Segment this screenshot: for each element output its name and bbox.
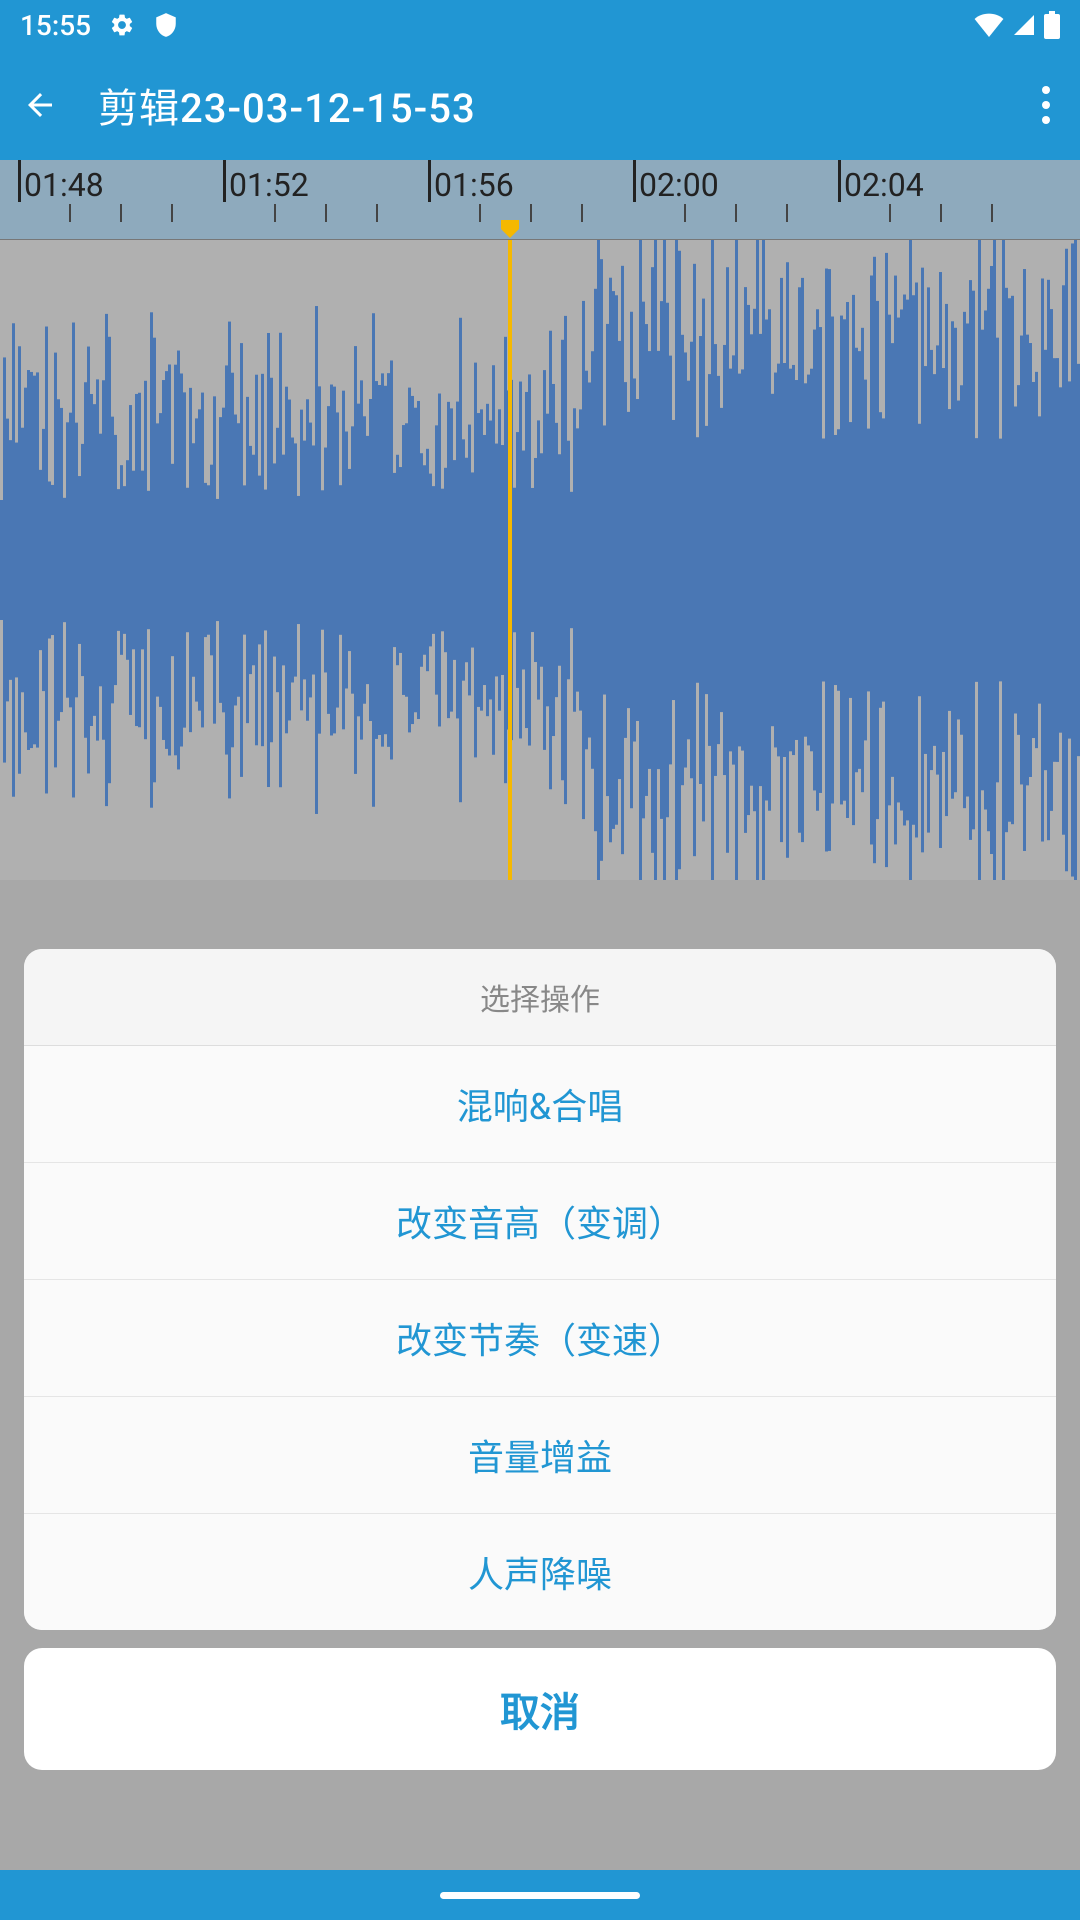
gear-icon — [109, 12, 135, 38]
more-icon — [1042, 86, 1050, 94]
ruler-tick-label: 02:04 — [844, 166, 924, 204]
ruler-tick: 02:04 — [838, 160, 841, 240]
ruler-tick-label: 02:00 — [639, 166, 719, 204]
battery-icon — [1044, 11, 1060, 39]
status-icons-right — [974, 11, 1060, 39]
page-title: 剪辑23-03-12-15-53 — [98, 76, 476, 134]
shield-icon — [153, 12, 179, 38]
ruler-tick: 01:56 — [428, 160, 431, 240]
app-bar: 剪辑23-03-12-15-53 — [0, 50, 1080, 160]
playhead-marker-icon[interactable] — [501, 220, 519, 238]
back-arrow-icon — [22, 87, 58, 123]
ruler-tick: 01:48 — [18, 160, 21, 240]
status-icons-left — [109, 12, 179, 38]
status-bar: 15:55 — [0, 0, 1080, 50]
playhead-line — [508, 240, 512, 880]
nav-handle-icon[interactable] — [440, 1892, 640, 1899]
signal-icon — [1012, 13, 1036, 37]
time-ruler[interactable]: 01:48 01:52 01:56 02:00 02:04 — [0, 160, 1080, 240]
wifi-icon — [974, 13, 1004, 37]
action-option-4[interactable]: 人声降噪 — [24, 1514, 1056, 1630]
action-option-0[interactable]: 混响&合唱 — [24, 1046, 1056, 1163]
ruler-tick: 01:52 — [223, 160, 226, 240]
ruler-tick-label: 01:48 — [24, 166, 104, 204]
waveform-display[interactable] — [0, 240, 1080, 880]
waveform-icon — [0, 240, 1080, 880]
action-sheet: 选择操作 混响&合唱改变音高（变调）改变节奏（变速）音量增益人声降噪 取消 — [24, 949, 1056, 1770]
action-option-2[interactable]: 改变节奏（变速） — [24, 1280, 1056, 1397]
action-option-1[interactable]: 改变音高（变调） — [24, 1163, 1056, 1280]
more-menu-button[interactable] — [1032, 76, 1060, 134]
status-time: 15:55 — [20, 9, 91, 42]
ruler-tick: 02:00 — [633, 160, 636, 240]
system-nav-bar — [0, 1870, 1080, 1920]
ruler-tick-label: 01:56 — [434, 166, 514, 204]
action-option-3[interactable]: 音量增益 — [24, 1397, 1056, 1514]
action-sheet-card: 选择操作 混响&合唱改变音高（变调）改变节奏（变速）音量增益人声降噪 — [24, 949, 1056, 1630]
cancel-button[interactable]: 取消 — [24, 1648, 1056, 1770]
back-button[interactable] — [20, 85, 60, 125]
action-sheet-title: 选择操作 — [24, 949, 1056, 1046]
ruler-tick-label: 01:52 — [229, 166, 309, 204]
